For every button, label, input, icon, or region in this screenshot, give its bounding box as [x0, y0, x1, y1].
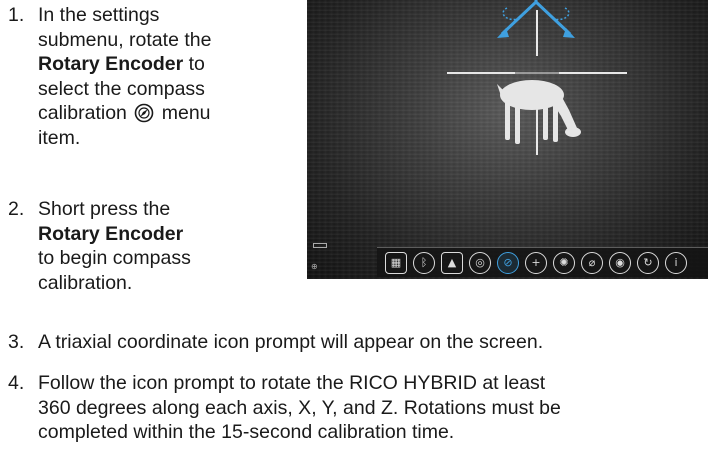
- info-icon[interactable]: i: [665, 252, 687, 274]
- sun-icon[interactable]: ✺: [553, 252, 575, 274]
- step-3: 3. A triaxial coordinate icon prompt wil…: [8, 330, 708, 360]
- keyboard-icon[interactable]: ▦: [385, 252, 407, 274]
- rotary-encoder-label: Rotary Encoder: [38, 53, 184, 75]
- scene-graphics: [447, 0, 627, 155]
- step-number: 4.: [8, 372, 25, 394]
- step-text: Follow the icon prompt to rotate the RIC…: [38, 372, 561, 443]
- target-icon[interactable]: ◎: [469, 252, 491, 274]
- step-2: 2. Short press the Rotary Encoder to beg…: [8, 197, 298, 297]
- step-1: 1. In the settings submenu, rotate the R…: [8, 3, 298, 173]
- step-4: 4. Follow the icon prompt to rotate the …: [8, 371, 708, 459]
- rotary-encoder-label: Rotary Encoder: [38, 222, 184, 245]
- range-indicator: [313, 243, 327, 248]
- zoom-indicator: ⊕: [311, 262, 318, 271]
- device-screen-image: ⊕ ▦ ᛒ ▲ ◎ ⊘ + ✺ ⌀ ◉ ↻ i: [307, 0, 708, 279]
- zero-icon[interactable]: ⌀: [581, 252, 603, 274]
- compass-calibration-icon: [135, 103, 154, 123]
- step-number: 2.: [8, 198, 25, 220]
- image-icon[interactable]: ▲: [441, 252, 463, 274]
- wifi-icon[interactable]: ◉: [609, 252, 631, 274]
- step-number: 1.: [8, 4, 25, 26]
- bluetooth-icon[interactable]: ᛒ: [413, 252, 435, 274]
- step-number: 3.: [8, 331, 25, 353]
- refresh-icon[interactable]: ↻: [637, 252, 659, 274]
- step-text: In the settings submenu, rotate the Rota…: [38, 4, 212, 149]
- step-text: A triaxial coordinate icon prompt will a…: [38, 331, 544, 353]
- deer-silhouette: [497, 80, 581, 144]
- settings-menu-bar: ▦ ᛒ ▲ ◎ ⊘ + ✺ ⌀ ◉ ↻ i: [377, 247, 708, 277]
- compass-icon[interactable]: ⊘: [497, 252, 519, 274]
- crosshair-plus-icon[interactable]: +: [525, 252, 547, 274]
- step-text: Short press the Rotary Encoder to begin …: [38, 198, 191, 294]
